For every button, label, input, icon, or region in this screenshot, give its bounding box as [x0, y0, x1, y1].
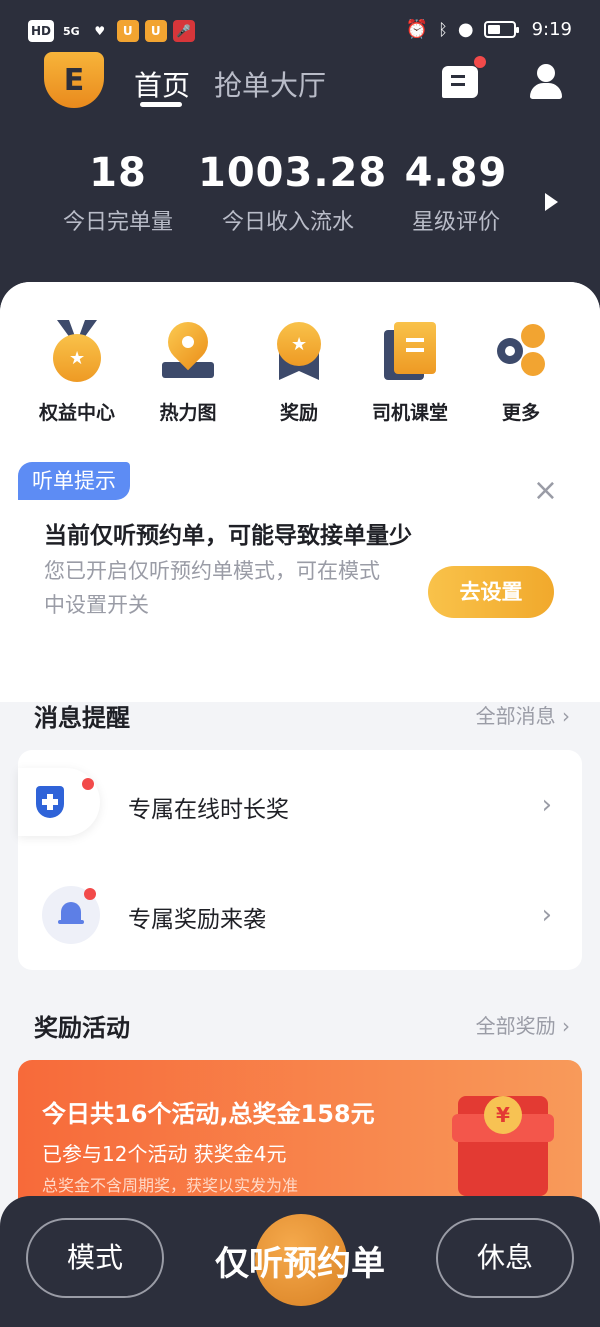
unread-dot [82, 778, 94, 790]
status-icons-right: ⏰ ᛒ ● 9:19 [406, 19, 572, 40]
active-tab-indicator [140, 102, 182, 107]
stat-completed-orders[interactable]: 18 今日完单量 [58, 150, 178, 236]
stat-label: 今日完单量 [62, 210, 173, 235]
battery-icon [483, 21, 519, 38]
rewards-section-title: 奖励活动 [34, 1014, 130, 1042]
tab-home[interactable]: 首页 [134, 64, 190, 104]
promo-title: 今日共16个活动,总奖金158元 [42, 1100, 375, 1128]
promo-subtitle: 已参与12个活动 获奖金4元 [42, 1142, 287, 1166]
map-pin-icon [156, 313, 220, 384]
bluetooth-icon: ᛒ [438, 20, 448, 39]
coin-icon: ¥ [484, 1096, 522, 1134]
promo-note: 总奖金不含周期奖，获奖以实发为准 [42, 1176, 299, 1195]
hd-icon: HD [28, 20, 55, 42]
more-icon [489, 320, 553, 384]
quick-action-label: 司机课堂 [371, 402, 448, 424]
user-icon-body [530, 83, 562, 99]
book-icon [378, 320, 442, 384]
status-bar: HD 5G ♥ U U 🎤 ⏰ ᛒ ● 9:19 [0, 0, 600, 58]
chevron-right-icon: › [541, 900, 552, 930]
play-arrow-icon[interactable] [545, 193, 558, 211]
chevron-right-icon: › [562, 1014, 570, 1038]
app-notify-icon: U [144, 20, 167, 42]
listen-mode-label: 仅听预约单 [215, 1244, 385, 1284]
location-icon: ● [457, 19, 474, 40]
message-icon[interactable] [442, 66, 478, 98]
unread-dot [474, 56, 486, 68]
chevron-right-icon: › [562, 704, 570, 728]
clock: 9:19 [531, 19, 572, 40]
messages-section-title: 消息提醒 [34, 704, 130, 732]
alarm-icon: ⏰ [405, 19, 429, 40]
message-item-reward[interactable]: 专属奖励来袭 › [18, 860, 582, 970]
app-notify-icon: U [116, 20, 139, 42]
rest-button[interactable]: 休息 [436, 1218, 574, 1298]
mic-icon: 🎤 [172, 20, 195, 42]
stat-income[interactable]: 1003.28 今日收入流水 [198, 150, 388, 236]
quick-action-label: 奖励 [279, 402, 318, 424]
all-messages-label: 全部消息 [475, 704, 556, 728]
stat-value: 4.89 [404, 150, 508, 196]
unread-dot [84, 888, 96, 900]
logo-letter: E [63, 62, 85, 98]
chevron-right-icon: › [541, 790, 552, 820]
tab-order-hall[interactable]: 抢单大厅 [214, 64, 326, 104]
quick-action-label: 更多 [501, 402, 540, 424]
stat-label: 今日收入流水 [221, 210, 354, 235]
all-rewards-link[interactable]: 全部奖励 › [476, 1010, 570, 1039]
quick-action-driver-class[interactable]: 司机课堂 [355, 320, 465, 425]
all-messages-link[interactable]: 全部消息 › [476, 700, 570, 729]
messages-card: 专属在线时长奖 › 专属奖励来袭 › [18, 750, 582, 970]
quick-action-rewards[interactable]: ★ 奖励 [244, 320, 354, 425]
health-icon: ♥ [94, 24, 106, 38]
message-text: 专属在线时长奖 [128, 797, 289, 823]
notice-title: 当前仅听预约单，可能导致接单量少 [44, 523, 412, 549]
listening-notice-card: 听单提示 × 当前仅听预约单，可能导致接单量少 您已开启仅听预约单模式，可在模式… [18, 462, 582, 660]
mode-button[interactable]: 模式 [26, 1218, 164, 1298]
quick-action-heatmap[interactable]: 热力图 [133, 313, 243, 425]
stat-rating[interactable]: 4.89 星级评价 [398, 150, 514, 236]
user-icon[interactable] [528, 64, 564, 100]
notice-tag: 听单提示 [18, 462, 130, 500]
medal-icon: ★ [45, 320, 109, 384]
stat-label: 星级评价 [411, 210, 500, 235]
status-icons-left: HD 5G ♥ U U 🎤 [28, 20, 195, 42]
message-text: 专属奖励来袭 [128, 907, 266, 933]
stat-value: 18 [89, 150, 147, 196]
notice-description: 您已开启仅听预约单模式，可在模式中设置开关 [44, 559, 380, 617]
stat-value: 1003.28 [198, 150, 388, 196]
award-icon: ★ [267, 320, 331, 384]
quick-action-more[interactable]: 更多 [466, 320, 576, 425]
all-rewards-label: 全部奖励 [475, 1014, 556, 1038]
signal-icon: 5G [63, 24, 80, 38]
quick-action-label: 权益中心 [38, 402, 115, 424]
quick-action-label: 热力图 [159, 402, 217, 424]
message-item-online-duration[interactable]: 专属在线时长奖 › [18, 750, 582, 860]
user-icon-head [537, 64, 555, 82]
go-settings-button[interactable]: 去设置 [428, 566, 554, 618]
close-icon[interactable]: × [533, 476, 558, 506]
quick-action-benefits[interactable]: ★ 权益中心 [22, 320, 132, 425]
bottom-action-bar: 模式 仅听预约单 休息 [0, 1196, 600, 1327]
